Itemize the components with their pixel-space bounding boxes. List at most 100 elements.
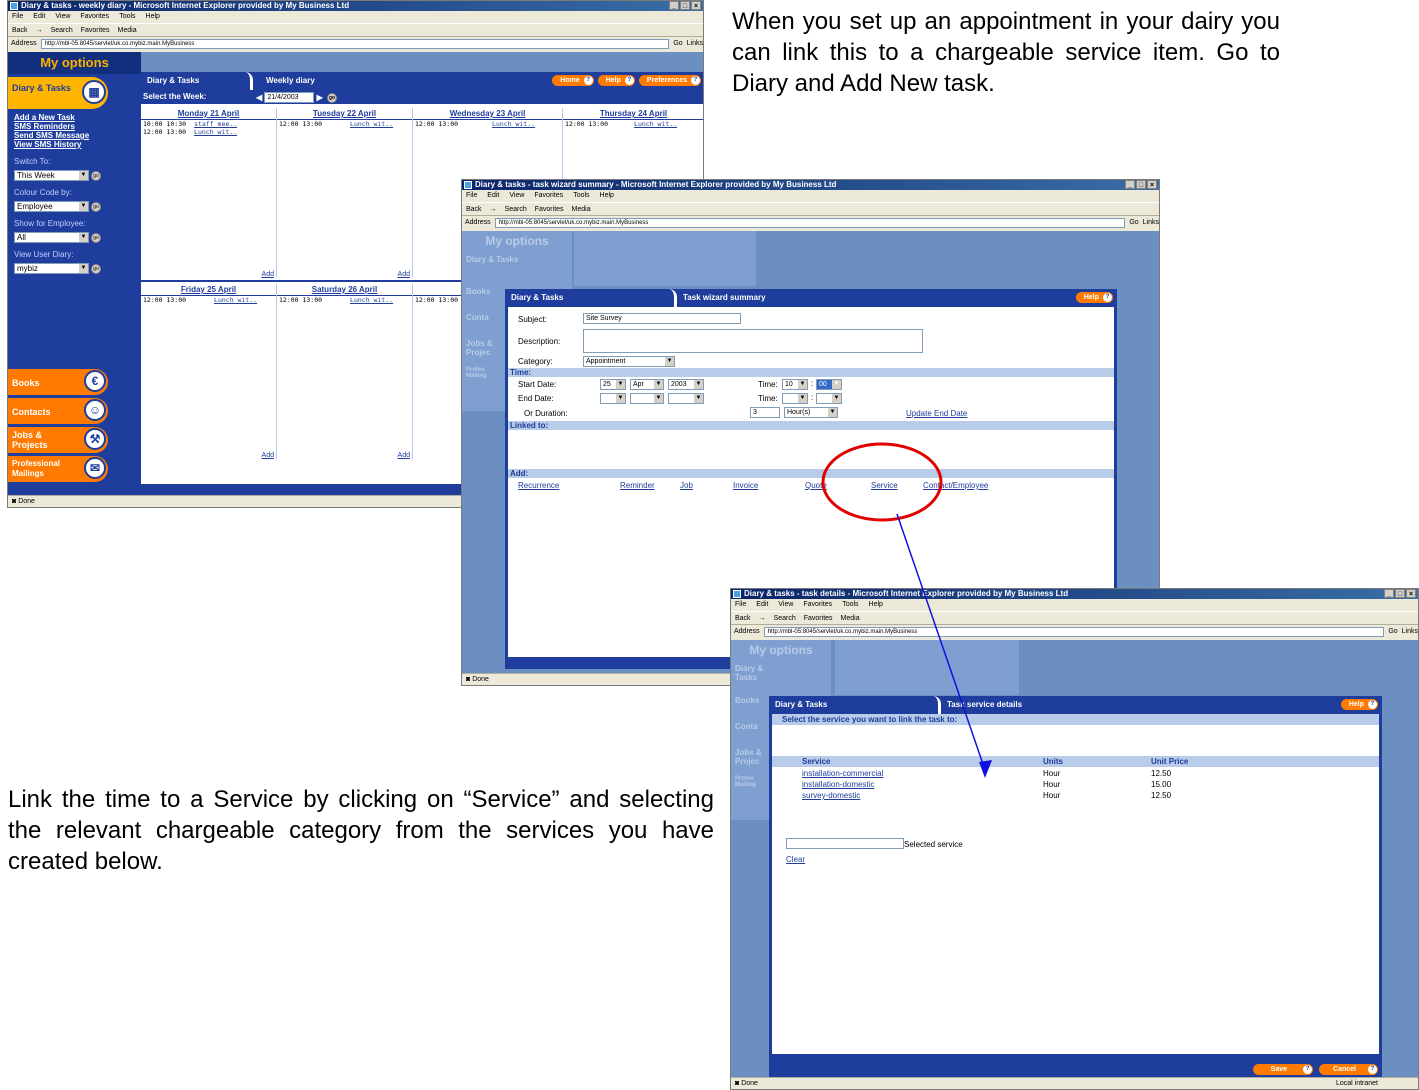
search-button[interactable]: Search [505, 203, 527, 215]
maximize-icon[interactable]: □ [1395, 589, 1405, 598]
help-button[interactable]: Help [597, 75, 635, 86]
menu-help[interactable]: Help [146, 11, 160, 23]
menu-file[interactable]: File [12, 11, 23, 23]
favorites-button[interactable]: Favorites [804, 612, 833, 624]
entry-link[interactable]: Lunch wit.. [634, 120, 677, 128]
send-sms-link[interactable]: Send SMS Message [8, 131, 141, 140]
address-input[interactable]: http://mbl-05:8045/servlet/uk.co.mybiz.m… [40, 38, 670, 49]
description-textarea[interactable] [583, 329, 923, 353]
start-day-select[interactable]: 25 [600, 379, 626, 390]
table-row[interactable]: installation-domestic Hour 15.00 [772, 779, 1379, 790]
menu-favorites[interactable]: Favorites [534, 190, 563, 202]
go-icon[interactable]: go [91, 170, 101, 181]
home-button[interactable]: Home [552, 75, 594, 86]
menu-view[interactable]: View [509, 190, 524, 202]
start-minute-select[interactable]: 00 [816, 379, 842, 390]
end-month-select[interactable] [630, 393, 664, 404]
tab-task-service-details[interactable]: Task service details [947, 696, 1022, 714]
duration-unit-select[interactable]: Hour(s) [784, 407, 838, 418]
entry-link[interactable]: staff mee.. [194, 120, 237, 128]
end-year-select[interactable] [668, 393, 704, 404]
tab-weekly-diary[interactable]: Weekly diary [266, 72, 315, 90]
menu-help[interactable]: Help [869, 599, 883, 611]
entry-link[interactable]: Lunch wit.. [194, 128, 237, 136]
service-link[interactable]: installation-commercial [802, 768, 883, 779]
recurrence-link[interactable]: Recurrence [518, 481, 559, 490]
go-button[interactable]: Go [1129, 216, 1138, 229]
next-week-icon[interactable]: ▶ [317, 93, 323, 102]
menu-edit[interactable]: Edit [33, 11, 45, 23]
day-heading[interactable]: Thursday 24 April [563, 108, 703, 120]
search-button[interactable]: Search [51, 24, 73, 36]
menu-view[interactable]: View [55, 11, 70, 23]
service-link[interactable]: installation-domestic [802, 779, 874, 790]
menu-file[interactable]: File [466, 190, 477, 202]
duration-input[interactable]: 3 [750, 407, 780, 418]
favorites-button[interactable]: Favorites [535, 203, 564, 215]
menu-favorites[interactable]: Favorites [80, 11, 109, 23]
media-button[interactable]: Media [118, 24, 137, 36]
sidebar-item-mailings[interactable]: Professional Mailings ✉ [8, 456, 108, 482]
menu-tools[interactable]: Tools [573, 190, 589, 202]
forward-button[interactable]: → [759, 612, 766, 624]
start-year-select[interactable]: 2003 [668, 379, 704, 390]
cancel-button[interactable]: Cancel [1319, 1064, 1378, 1075]
end-minute-select[interactable] [816, 393, 842, 404]
employee-select[interactable]: All [14, 232, 89, 244]
view-sms-history-link[interactable]: View SMS History [8, 140, 141, 149]
go-icon[interactable]: go [91, 232, 101, 243]
close-icon[interactable]: × [1147, 180, 1157, 189]
day-heading[interactable]: Friday 25 April [141, 284, 276, 296]
quote-link[interactable]: Quote [805, 481, 827, 490]
sidebar-item-diary[interactable]: Diary & Tasks [731, 660, 791, 692]
back-button[interactable]: Back [466, 203, 482, 215]
go-icon[interactable]: go [91, 263, 101, 274]
maximize-icon[interactable]: □ [1136, 180, 1146, 189]
add-entry-link[interactable]: Add [262, 271, 274, 278]
minimize-icon[interactable]: _ [1125, 180, 1135, 189]
user-diary-select[interactable]: mybiz [14, 263, 89, 275]
menu-tools[interactable]: Tools [842, 599, 858, 611]
forward-button[interactable]: → [36, 24, 43, 36]
tab-diary-tasks[interactable]: Diary & Tasks [505, 289, 677, 307]
sidebar-item-diary[interactable]: Diary & Tasks ▦ [8, 77, 108, 109]
entry-link[interactable]: Lunch wit.. [492, 120, 535, 128]
links-button[interactable]: Links [1143, 216, 1159, 229]
search-button[interactable]: Search [774, 612, 796, 624]
preferences-button[interactable]: Preferences [638, 75, 701, 86]
week-date-input[interactable]: 21/4/2003 [264, 92, 315, 104]
minimize-icon[interactable]: _ [669, 1, 679, 10]
address-input[interactable]: http://mbl-05:8045/servlet/uk.co.mybiz.m… [763, 626, 1385, 637]
entry-link[interactable]: Lunch wit.. [350, 296, 393, 304]
tab-task-wizard-summary[interactable]: Task wizard summary [683, 289, 766, 307]
colour-select[interactable]: Employee [14, 201, 89, 213]
entry-link[interactable]: Lunch wit.. [350, 120, 393, 128]
end-day-select[interactable] [600, 393, 626, 404]
start-hour-select[interactable]: 10 [782, 379, 808, 390]
clear-link[interactable]: Clear [786, 855, 805, 864]
add-entry-link[interactable]: Add [398, 271, 410, 278]
address-input[interactable]: http://mbl-05:8045/servlet/uk.co.mybiz.m… [494, 217, 1126, 228]
day-heading[interactable]: Tuesday 22 April [277, 108, 412, 120]
category-select[interactable]: Appointment [583, 356, 675, 367]
favorites-button[interactable]: Favorites [81, 24, 110, 36]
switch-select[interactable]: This Week [14, 170, 89, 182]
back-button[interactable]: Back [12, 24, 28, 36]
prev-week-icon[interactable]: ◀ [256, 93, 262, 102]
update-end-date-link[interactable]: Update End Date [906, 409, 967, 418]
invoice-link[interactable]: Invoice [733, 481, 758, 490]
help-button[interactable]: Help [1340, 699, 1378, 710]
go-button[interactable]: Go [673, 37, 682, 50]
table-row[interactable]: installation-commercial Hour 12.50 [772, 768, 1379, 779]
save-button[interactable]: Save [1252, 1064, 1314, 1075]
contact-employee-link[interactable]: Contact/Employee [923, 481, 988, 490]
table-row[interactable]: survey-domestic Hour 12.50 [772, 790, 1379, 801]
close-icon[interactable]: × [1406, 589, 1416, 598]
subject-input[interactable]: Site Survey [583, 313, 741, 324]
day-heading[interactable]: Monday 21 April [141, 108, 276, 120]
add-entry-link[interactable]: Add [398, 452, 410, 459]
sidebar-item-jobs[interactable]: Jobs & Projec [462, 335, 502, 363]
forward-button[interactable]: → [490, 203, 497, 215]
entry-link[interactable]: Lunch wit.. [214, 296, 257, 304]
menu-edit[interactable]: Edit [756, 599, 768, 611]
